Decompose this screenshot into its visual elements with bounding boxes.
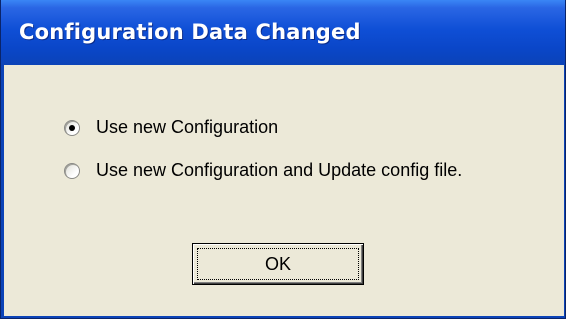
ok-button-label: OK: [264, 253, 291, 274]
option-label[interactable]: Use new Configuration: [96, 117, 278, 138]
option-use-new-configuration-and-update[interactable]: Use new Configuration and Update config …: [64, 160, 462, 181]
dialog-body: Use new Configuration Use new Configurat…: [1, 65, 565, 318]
dialog-title: Configuration Data Changed: [19, 20, 361, 44]
title-bar[interactable]: Configuration Data Changed: [1, 0, 565, 65]
option-use-new-configuration[interactable]: Use new Configuration: [64, 117, 278, 138]
dialog-window: Configuration Data Changed Use new Confi…: [0, 0, 566, 319]
radio-dot-icon: [69, 124, 75, 131]
ok-button[interactable]: OK: [192, 243, 364, 285]
radio-button-unselected-icon[interactable]: [64, 162, 80, 179]
option-label[interactable]: Use new Configuration and Update config …: [96, 160, 462, 181]
radio-button-selected-icon[interactable]: [64, 119, 80, 136]
